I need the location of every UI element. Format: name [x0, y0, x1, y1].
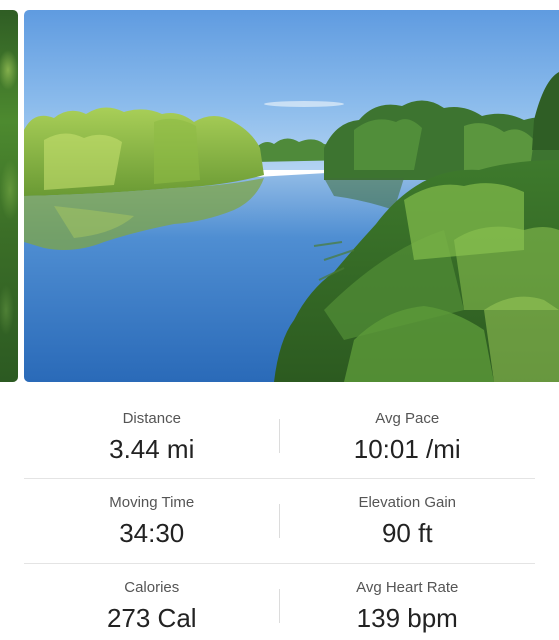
stat-value: 90 ft — [381, 518, 433, 548]
stat-value: 139 bpm — [356, 603, 458, 633]
stat-label: Avg Heart Rate — [356, 579, 459, 596]
stats-row: Distance 3.44 mi Avg Pace 10:01 /mi — [24, 394, 535, 478]
previous-photo-thumbnail[interactable] — [0, 10, 18, 382]
stat-avg-heart-rate: Avg Heart Rate 139 bpm — [280, 564, 536, 640]
stat-value: 10:01 /mi — [353, 434, 461, 464]
stats-row: Calories 273 Cal Avg Heart Rate 139 bpm — [24, 563, 535, 640]
stat-avg-pace: Avg Pace 10:01 /mi — [280, 394, 536, 478]
stat-label: Distance — [122, 410, 181, 427]
stat-calories: Calories 273 Cal — [24, 564, 280, 640]
stat-value: 34:30 — [119, 518, 185, 548]
stat-value: 273 Cal — [106, 603, 197, 633]
activity-stats: Distance 3.44 mi Avg Pace 10:01 /mi Movi… — [24, 394, 535, 640]
stat-distance: Distance 3.44 mi — [24, 394, 280, 478]
column-divider — [279, 419, 280, 453]
stat-label: Avg Pace — [375, 410, 440, 427]
activity-detail-page: Distance 3.44 mi Avg Pace 10:01 /mi Movi… — [0, 0, 559, 640]
activity-photo[interactable] — [24, 10, 559, 382]
stat-elevation-gain: Elevation Gain 90 ft — [280, 479, 536, 563]
stat-label: Elevation Gain — [358, 494, 457, 511]
column-divider — [279, 504, 280, 538]
stat-moving-time: Moving Time 34:30 — [24, 479, 280, 563]
stat-label: Moving Time — [109, 494, 195, 511]
stat-label: Calories — [124, 579, 180, 596]
stats-row: Moving Time 34:30 Elevation Gain 90 ft — [24, 478, 535, 563]
stat-value: 3.44 mi — [109, 434, 195, 464]
column-divider — [279, 589, 280, 623]
